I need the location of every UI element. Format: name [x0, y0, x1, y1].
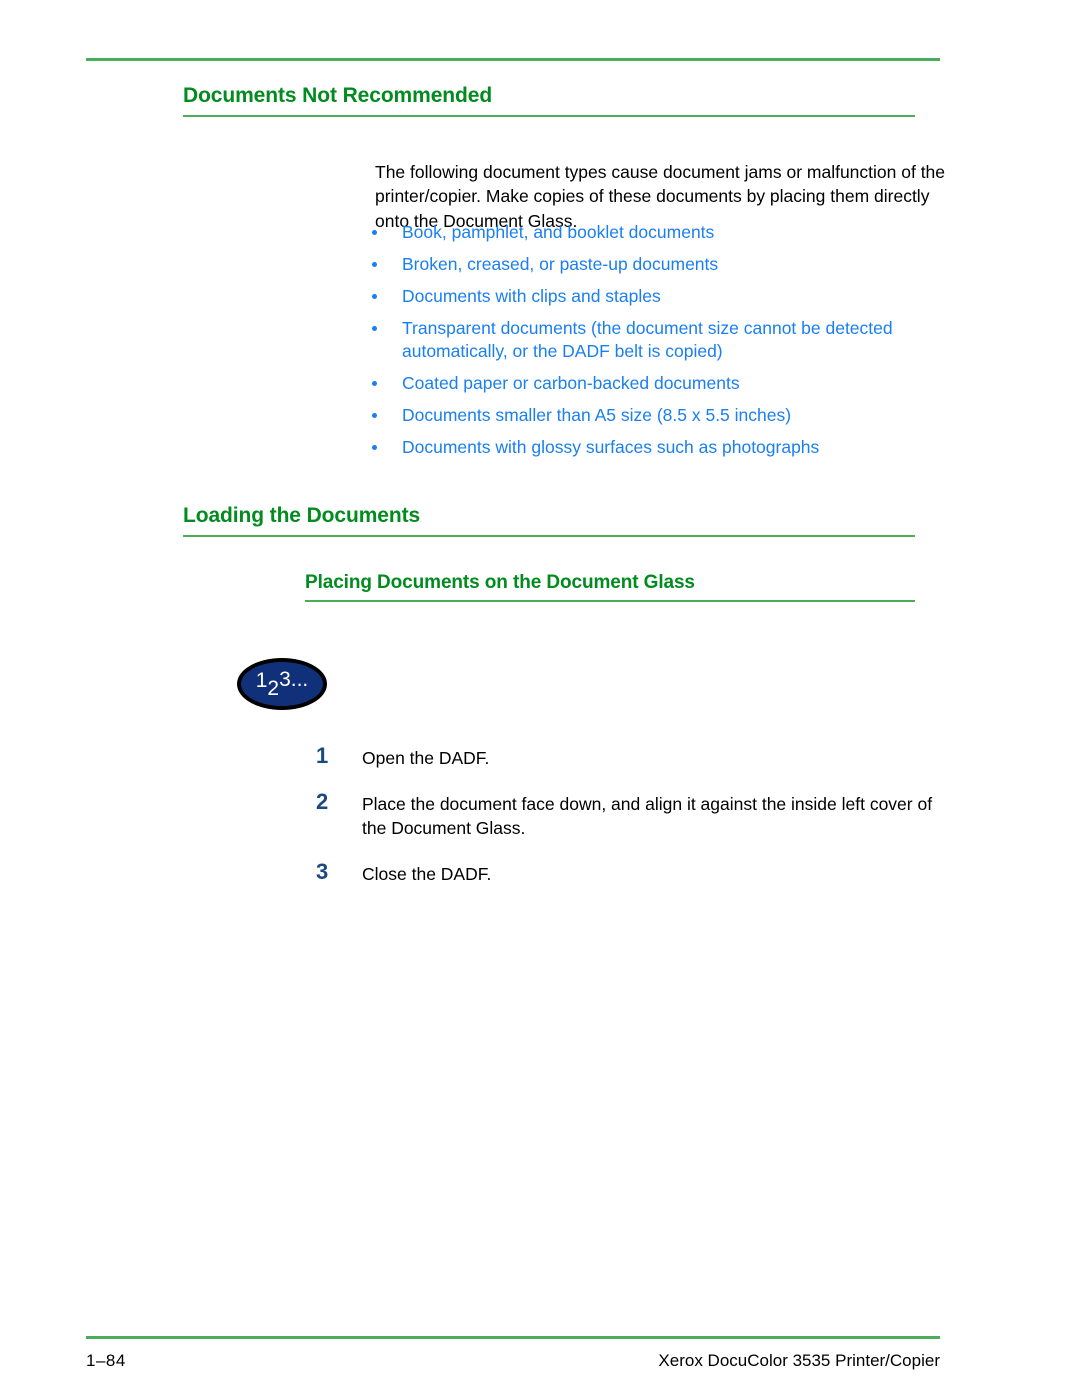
- step-number: 2: [316, 789, 329, 814]
- loading-heading: Loading the Documents: [183, 504, 421, 527]
- procedure-step: 2 Place the document face down, and alig…: [316, 790, 956, 840]
- footer-page-number: 1–84: [86, 1351, 126, 1370]
- step-text: Close the DADF.: [362, 864, 492, 884]
- step-number: 3: [316, 859, 329, 884]
- badge-digit-one: 1: [255, 669, 268, 692]
- placing-heading: Placing Documents on the Document Glass: [305, 572, 695, 593]
- list-item: Documents with clips and staples: [370, 285, 930, 308]
- procedure-steps-icon: 1 2 3 ...: [237, 658, 327, 710]
- list-item: Broken, creased, or paste-up documents: [370, 253, 930, 276]
- step-text: Open the DADF.: [362, 748, 490, 768]
- document-page: Documents Not Recommended The following …: [0, 0, 1080, 1397]
- procedure-step: 1 Open the DADF.: [316, 744, 956, 770]
- list-item: Documents with glossy surfaces such as p…: [370, 436, 930, 459]
- badge-digit-three: 3: [279, 668, 291, 691]
- bullet-dot-icon: [372, 294, 377, 299]
- section-heading-block: Documents Not Recommended: [183, 83, 915, 117]
- not-recommended-list: Book, pamphlet, and booklet documents Br…: [370, 221, 930, 468]
- section-heading: Documents Not Recommended: [183, 84, 493, 107]
- list-item-label: Documents smaller than A5 size (8.5 x 5.…: [402, 405, 792, 425]
- list-item-label: Broken, creased, or paste-up documents: [402, 254, 719, 274]
- bullet-dot-icon: [372, 326, 377, 331]
- loading-heading-block: Loading the Documents: [183, 503, 915, 537]
- loading-heading-rule: [183, 535, 915, 537]
- list-item-label: Transparent documents (the document size…: [402, 318, 893, 361]
- step-number: 1: [316, 743, 329, 768]
- list-item: Coated paper or carbon-backed documents: [370, 372, 930, 395]
- footer-product-name: Xerox DocuColor 3535 Printer/Copier: [658, 1351, 940, 1370]
- bullet-dot-icon: [372, 262, 377, 267]
- placing-heading-rule: [305, 600, 915, 602]
- footer-divider-rule: [86, 1336, 940, 1339]
- procedure-step-list: 1 Open the DADF. 2 Place the document fa…: [316, 744, 956, 906]
- list-item-label: Book, pamphlet, and booklet documents: [402, 222, 715, 242]
- list-item-label: Documents with glossy surfaces such as p…: [402, 437, 820, 457]
- list-item: Documents smaller than A5 size (8.5 x 5.…: [370, 404, 930, 427]
- list-item: Book, pamphlet, and booklet documents: [370, 221, 930, 244]
- list-item: Transparent documents (the document size…: [370, 317, 930, 363]
- list-item-label: Coated paper or carbon-backed documents: [402, 373, 740, 393]
- badge-digit-two: 2: [267, 677, 280, 700]
- section-heading-rule: [183, 115, 915, 117]
- procedure-step: 3 Close the DADF.: [316, 860, 956, 886]
- step-text: Place the document face down, and align …: [362, 794, 933, 838]
- top-divider-rule: [86, 58, 940, 61]
- bullet-dot-icon: [372, 230, 377, 235]
- list-item-label: Documents with clips and staples: [402, 286, 661, 306]
- placing-heading-block: Placing Documents on the Document Glass: [305, 571, 915, 602]
- bullet-dot-icon: [372, 413, 377, 418]
- bullet-dot-icon: [372, 381, 377, 386]
- badge-ellipsis: ...: [290, 668, 309, 691]
- bullet-dot-icon: [372, 445, 377, 450]
